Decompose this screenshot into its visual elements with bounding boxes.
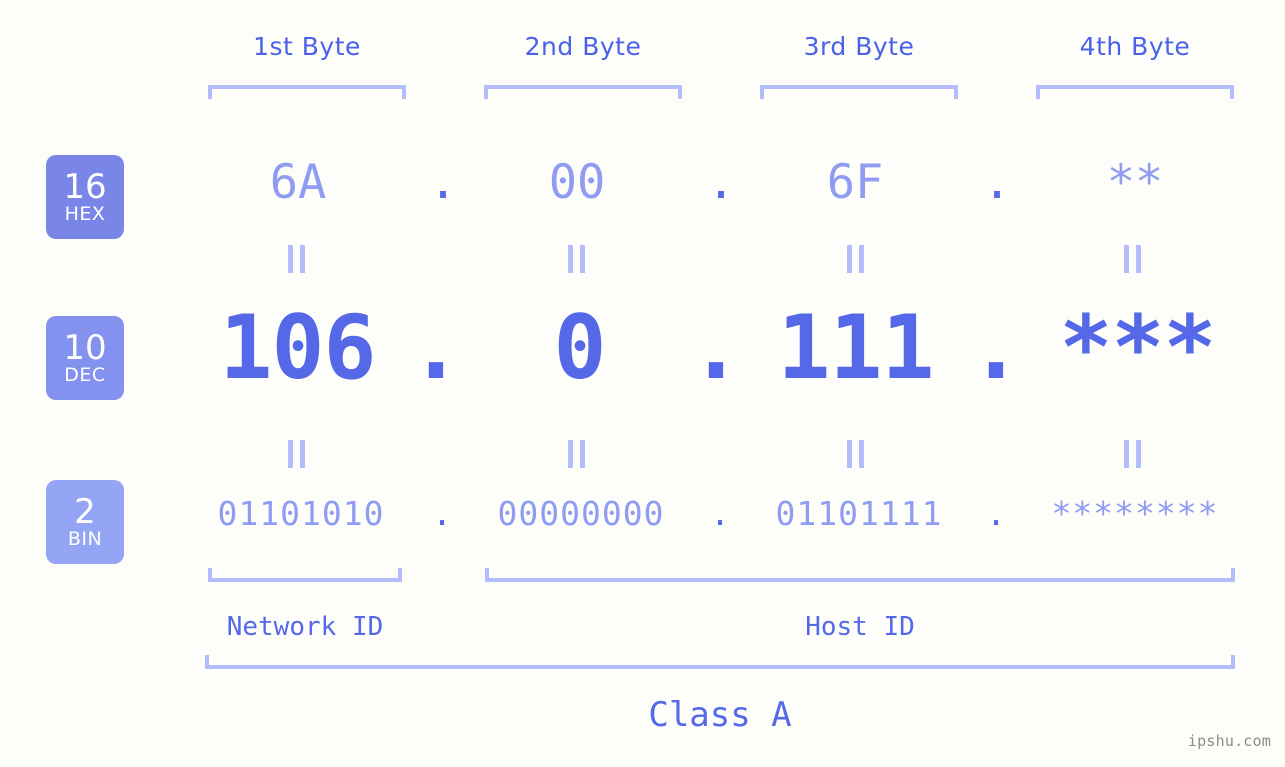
class-bracket (205, 655, 1235, 669)
base-badge-bin-number: 2 (74, 491, 96, 532)
byte-header-4: 4th Byte (1079, 32, 1191, 61)
bin-byte-3: 01101111 (775, 494, 943, 533)
dec-byte-3: 111 (777, 296, 935, 399)
byte-header-1: 1st Byte (253, 32, 361, 61)
bin-separator-3: . (986, 494, 1006, 533)
hex-byte-4: ** (1106, 155, 1164, 210)
base-badge-dec-name: DEC (64, 363, 106, 386)
base-badge-dec: 10 DEC (46, 316, 124, 400)
byte-bracket-1 (208, 85, 406, 99)
byte-bracket-2 (484, 85, 682, 99)
base-badge-dec-number: 10 (63, 327, 107, 368)
hex-separator-3: . (982, 155, 1012, 210)
base-badge-bin: 2 BIN (46, 480, 124, 564)
equals-icon-dec-bin-4 (1124, 440, 1141, 468)
equals-icon-dec-bin-3 (847, 440, 864, 468)
host-id-bracket (485, 568, 1235, 582)
dec-byte-1: 106 (219, 296, 377, 399)
dec-separator-3: . (969, 296, 1023, 399)
equals-icon-hex-dec-3 (847, 245, 864, 273)
byte-header-3: 3rd Byte (803, 32, 915, 61)
byte-header-2: 2nd Byte (524, 32, 642, 61)
bin-separator-1: . (432, 494, 452, 533)
equals-icon-dec-bin-2 (568, 440, 585, 468)
network-id-label: Network ID (226, 612, 384, 642)
ip-byte-breakdown-diagram: 1st Byte 2nd Byte 3rd Byte 4th Byte 16 H… (0, 0, 1285, 767)
base-badge-hex-name: HEX (64, 202, 106, 225)
byte-bracket-4 (1036, 85, 1234, 99)
bin-byte-4: ******** (1051, 494, 1219, 533)
host-id-label: Host ID (805, 612, 915, 642)
bin-separator-2: . (710, 494, 730, 533)
dec-separator-2: . (689, 296, 743, 399)
hex-byte-1: 6A (269, 155, 327, 210)
network-id-bracket (208, 568, 402, 582)
byte-bracket-3 (760, 85, 958, 99)
equals-icon-hex-dec-2 (568, 245, 585, 273)
watermark: ipshu.com (1187, 732, 1271, 750)
class-label: Class A (648, 695, 792, 735)
equals-icon-hex-dec-1 (288, 245, 305, 273)
bin-byte-2: 00000000 (497, 494, 665, 533)
hex-separator-1: . (428, 155, 458, 210)
base-badge-hex: 16 HEX (46, 155, 124, 239)
dec-separator-1: . (409, 296, 463, 399)
base-badge-bin-name: BIN (67, 527, 103, 550)
equals-icon-dec-bin-1 (288, 440, 305, 468)
hex-byte-2: 00 (548, 155, 606, 210)
hex-separator-2: . (706, 155, 736, 210)
dec-byte-4: *** (1059, 296, 1217, 399)
dec-byte-2: 0 (553, 296, 607, 399)
base-badge-hex-number: 16 (63, 166, 107, 207)
bin-byte-1: 01101010 (217, 494, 385, 533)
hex-byte-3: 6F (826, 155, 884, 210)
equals-icon-hex-dec-4 (1124, 245, 1141, 273)
